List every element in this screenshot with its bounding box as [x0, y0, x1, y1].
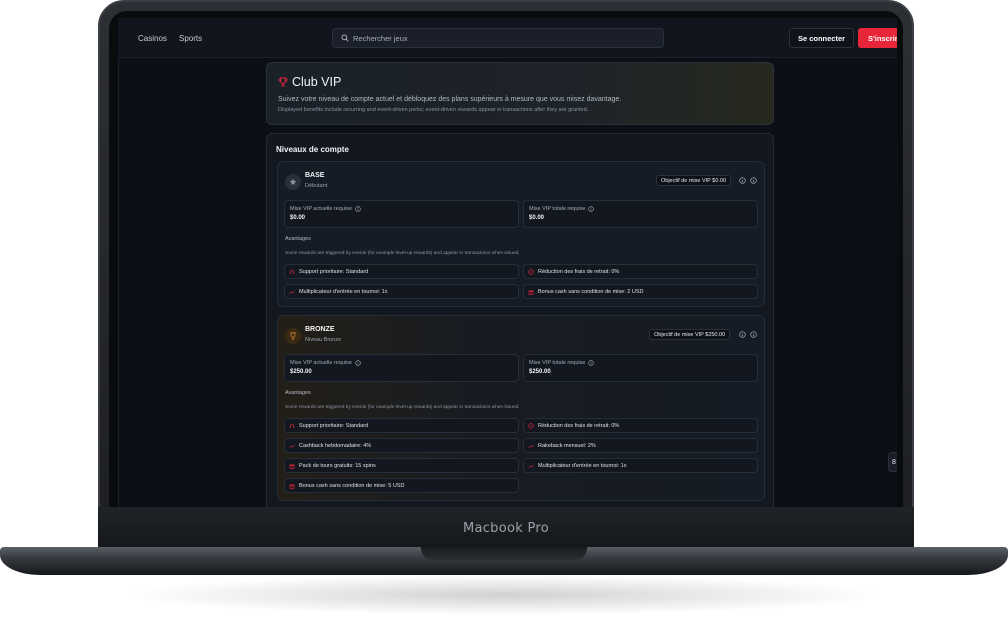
perk-item: Support prioritaire: Standard — [284, 264, 519, 279]
perk-label: Rakeback mensuel: 2% — [538, 442, 596, 449]
main-content: Club VIP Suivez votre niveau de compte a… — [118, 58, 897, 507]
perk-item: Réduction des frais de retrait: 0% — [523, 418, 758, 433]
stat-label-text: Mise VIP actuelle requise — [290, 206, 352, 212]
perk-item: Support prioritaire: Standard — [284, 418, 519, 433]
tier-name: BASE — [305, 172, 325, 179]
login-button[interactable]: Se connecter — [789, 28, 854, 48]
laptop-chin: Macbook Pro — [98, 507, 914, 549]
perk-item: Multiplicateur d'entrée en tournoi: 1x — [523, 458, 758, 473]
stat-value: $0.00 — [290, 215, 306, 221]
tier-card-bronze: BRONZE Niveau Bronze Objectif de mise VI… — [277, 315, 765, 501]
star-icon — [289, 178, 297, 185]
stat-label-text: Mise VIP totale requise — [529, 206, 586, 212]
perk-label: Multiplicateur d'entrée en tournoi: 1x — [299, 288, 388, 295]
trophy-icon — [290, 332, 296, 340]
page-title: Club VIP — [278, 75, 762, 89]
stat-total-wager: Mise VIP totale requise $250.00 — [523, 354, 758, 382]
perk-item: Bonus cash sans condition de mise: 5 USD — [284, 478, 519, 493]
goal-badge: Objectif de mise VIP $0.00 — [656, 175, 732, 186]
trending-up-icon — [289, 290, 295, 294]
tier-subtitle: Débutant — [305, 183, 328, 189]
info-icon[interactable] — [355, 360, 361, 366]
laptop-notch — [421, 547, 587, 560]
stat-current-wager: Mise VIP actuelle requise $250.00 — [284, 354, 519, 382]
stat-value: $250.00 — [290, 369, 312, 375]
perk-label: Bonus cash sans condition de mise: 5 USD — [299, 482, 405, 489]
info-icon[interactable] — [588, 360, 595, 366]
tier-badge — [285, 174, 301, 190]
trending-up-icon — [528, 464, 534, 468]
advantages-note: Some rewards are triggered by events (fo… — [285, 405, 520, 410]
stat-label-text: Mise VIP totale requise — [529, 360, 586, 366]
advantages-heading: Avantages — [285, 236, 311, 242]
info-icon[interactable] — [750, 331, 757, 338]
trending-up-icon — [528, 444, 534, 448]
vip-hero-card: Club VIP Suivez votre niveau de compte a… — [266, 62, 774, 125]
laptop-shadow — [120, 575, 888, 615]
stat-current-wager: Mise VIP actuelle requise $0.00 — [284, 200, 519, 228]
left-divider — [118, 58, 119, 507]
perk-item: Cashback hebdomadaire: 4% — [284, 438, 519, 453]
info-icon[interactable] — [750, 177, 757, 184]
perk-label: Réduction des frais de retrait: 0% — [538, 268, 620, 275]
stat-label: Mise VIP totale requise — [529, 360, 752, 366]
info-icon[interactable] — [739, 331, 746, 338]
perk-item: Bonus cash sans condition de mise: 2 USD — [523, 284, 758, 299]
nav-link-sports[interactable]: Sports — [179, 34, 202, 43]
tier-card-base: BASE Débutant Objectif de mise VIP $0.00… — [277, 161, 765, 307]
device-label: Macbook Pro — [462, 520, 550, 536]
nav-link-casinos[interactable]: Casinos — [138, 34, 167, 43]
goal-badge: Objectif de mise VIP $250.00 — [649, 329, 731, 340]
page-title-text: Club VIP — [292, 75, 342, 89]
stat-value: $0.00 — [529, 215, 545, 221]
stat-label: Mise VIP actuelle requise — [290, 206, 513, 212]
trophy-icon — [278, 77, 288, 87]
stat-label: Mise VIP actuelle requise — [290, 360, 513, 366]
perk-label: Multiplicateur d'entrée en tournoi: 1x — [538, 462, 627, 469]
advantages-heading: Avantages — [285, 390, 311, 396]
stat-label: Mise VIP totale requise — [529, 206, 752, 212]
signup-button[interactable]: S'inscrire — [858, 28, 897, 48]
screen: Casinos Sports Se connecter S'inscrire C… — [118, 18, 897, 507]
top-nav: Casinos Sports Se connecter S'inscrire — [118, 18, 897, 58]
stat-value: $250.00 — [529, 369, 551, 375]
perk-item: Pack de tours gratuits: 15 spins — [284, 458, 519, 473]
headset-icon — [289, 423, 295, 428]
perk-label: Support prioritaire: Standard — [299, 268, 369, 275]
side-tab[interactable]: 8 — [888, 452, 897, 472]
gift-icon — [289, 464, 295, 469]
perk-label: Cashback hebdomadaire: 4% — [299, 442, 372, 449]
perk-label: Bonus cash sans condition de mise: 2 USD — [538, 288, 644, 295]
info-icon[interactable] — [739, 177, 746, 184]
perk-item: Multiplicateur d'entrée en tournoi: 1x — [284, 284, 519, 299]
search-bar[interactable] — [332, 28, 664, 48]
perk-item: Rakeback mensuel: 2% — [523, 438, 758, 453]
account-levels-panel: Niveaux de compte BASE Débutant Objectif… — [266, 133, 774, 507]
tier-badge — [285, 328, 301, 344]
perk-label: Support prioritaire: Standard — [299, 422, 369, 429]
perk-label: Pack de tours gratuits: 15 spins — [299, 462, 376, 469]
search-input[interactable] — [353, 33, 633, 43]
info-icon[interactable] — [355, 206, 361, 212]
perk-label: Réduction des frais de retrait: 0% — [538, 422, 620, 429]
page-subtitle: Suivez votre niveau de compte actuel et … — [278, 96, 622, 103]
stat-total-wager: Mise VIP totale requise $0.00 — [523, 200, 758, 228]
perk-item: Réduction des frais de retrait: 0% — [523, 264, 758, 279]
gift-icon — [289, 484, 295, 489]
gift-icon — [528, 290, 534, 295]
search-icon — [341, 34, 349, 42]
page-note: Displayed benefits include recurring and… — [278, 107, 589, 113]
headset-icon — [289, 269, 295, 274]
section-title: Niveaux de compte — [276, 145, 349, 154]
info-icon[interactable] — [588, 206, 595, 212]
stat-label-text: Mise VIP actuelle requise — [290, 360, 352, 366]
trending-up-icon — [289, 444, 295, 448]
tier-name: BRONZE — [305, 326, 335, 333]
percent-badge-icon — [528, 422, 534, 429]
percent-badge-icon — [528, 268, 534, 275]
advantages-note: Some rewards are triggered by events (fo… — [285, 251, 520, 256]
tier-subtitle: Niveau Bronze — [305, 337, 342, 343]
